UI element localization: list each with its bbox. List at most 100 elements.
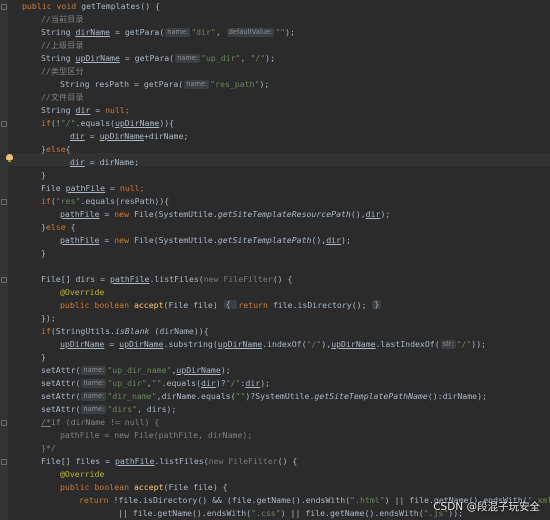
code-token: ():dirName); [427, 391, 487, 401]
folded-block[interactable]: } [372, 300, 382, 309]
param-hint: name: [81, 379, 107, 388]
code-comment: pathFile = new File(pathFile, dirName); [60, 430, 253, 440]
code-token: )?SystemUtile. [245, 391, 315, 401]
code-string: "" [275, 27, 286, 37]
code-token: (), [311, 235, 327, 245]
code-token: isBlank [114, 326, 150, 336]
code-string: "up_dir_name" [107, 365, 172, 375]
code-keyword: public boolean [60, 300, 134, 310]
code-line: //类型区分 [22, 65, 550, 78]
code-token: dir [70, 157, 85, 167]
code-string: "dirs" [107, 404, 137, 414]
param-hint: name: [184, 80, 210, 89]
code-comment: //上级目录 [41, 40, 84, 50]
lightbulb-icon[interactable] [6, 154, 13, 162]
editor-gutter[interactable] [0, 0, 8, 520]
code-string: "" [151, 378, 162, 388]
code-token: .substring( [163, 339, 218, 349]
code-token: pathFile [110, 274, 150, 284]
code-line: }); [22, 312, 550, 325]
code-token: String [41, 105, 76, 115]
code-token: .equals( [161, 378, 202, 388]
code-line: //上级目录 [22, 39, 550, 52]
code-token: .listFiles( [149, 274, 204, 284]
code-token: (StringUtils. [50, 326, 115, 336]
code-token: setAttr( [41, 378, 81, 388]
code-token: = dirName; [84, 157, 140, 167]
code-keyword: new [114, 235, 134, 245]
code-token: pathFile [65, 183, 106, 193]
code-token: = [84, 131, 100, 141]
code-token: , [215, 27, 226, 37]
code-token: getSiteTemplatePathName [314, 391, 428, 401]
code-token: File(SystemUtile. [133, 235, 218, 245]
code-token: }); [41, 313, 56, 323]
code-token: pathFile [60, 209, 100, 219]
code-token: String [41, 53, 76, 63]
code-token: .indexOf( [262, 339, 307, 349]
code-keyword: new [114, 209, 134, 219]
param-hint: name: [165, 28, 191, 37]
param-hint: str: [440, 340, 456, 349]
code-token: ); [380, 209, 391, 219]
code-token: +dirName; [143, 131, 189, 141]
code-token: ,dirName.equals( [156, 391, 236, 401]
code-string: "/" [456, 339, 472, 349]
code-token: || file.getName().endsWith( [118, 508, 252, 518]
code-token: )? [215, 378, 226, 388]
code-token: new FileFilter [208, 456, 278, 466]
code-string: "/" [306, 339, 322, 349]
code-annotation: @Override [60, 287, 105, 297]
code-token: upDirName [176, 365, 221, 375]
code-token: !file.isDirectory() && (file.getName().e… [113, 495, 351, 505]
code-line: dir = dirName; [22, 156, 550, 169]
code-token: , [240, 53, 251, 63]
code-lines[interactable]: public void getTemplates() { //当前目录 Stri… [22, 0, 550, 520]
code-line: setAttr(name: "up_dir","".equals(dir)?"/"… [22, 377, 550, 390]
code-string: "dir_name" [107, 391, 157, 401]
code-token: .listFiles( [154, 456, 209, 466]
code-line: }else{ [22, 143, 550, 156]
fold-marker-icon[interactable] [0, 417, 7, 427]
code-token: getSiteTemplatePath [217, 235, 312, 245]
fold-marker-icon[interactable] [0, 1, 7, 11]
code-comment: /* [41, 417, 51, 427]
code-token: ); [265, 53, 275, 63]
param-hint: name: [81, 392, 107, 401]
code-line: pathFile = new File(pathFile, dirName); [22, 429, 550, 442]
code-token: ; [124, 105, 130, 115]
code-keyword: null [119, 183, 140, 193]
fold-marker-icon[interactable] [0, 196, 7, 206]
code-line: File[] files = pathFile.listFiles(new Fi… [22, 455, 550, 468]
code-token: String [41, 27, 76, 37]
code-token: setAttr( [41, 391, 81, 401]
code-token: () { [277, 456, 298, 466]
code-string: "/" [60, 118, 76, 128]
code-token: (! [50, 118, 61, 128]
fold-marker-icon[interactable] [0, 456, 7, 466]
code-string: "" [235, 391, 246, 401]
code-token: getSiteTemplateResourcePath [217, 209, 351, 219]
code-token: ); [285, 27, 295, 37]
code-token: .lastIndexOf( [375, 339, 440, 349]
code-token: pathFile [60, 235, 100, 245]
code-line: public boolean accept(File file) { [22, 481, 550, 494]
folded-block[interactable]: { [223, 300, 238, 309]
code-keyword: return [238, 300, 273, 310]
code-line: } [22, 247, 550, 260]
code-string: "res_path" [210, 79, 260, 89]
code-token: dir [70, 131, 85, 141]
param-hint: name: [175, 54, 201, 63]
fold-marker-icon[interactable] [0, 118, 7, 128]
code-token: } [41, 248, 46, 258]
code-editor[interactable]: public void getTemplates() { //当前目录 Stri… [0, 0, 550, 520]
code-keyword: null [105, 105, 125, 115]
code-line: if(!"/".equals(upDirName)){ [22, 117, 550, 130]
code-token: ); [259, 79, 270, 89]
code-token: file.isDirectory(); [272, 300, 372, 310]
code-keyword: if [41, 326, 51, 336]
code-string: "dir" [191, 27, 216, 37]
code-comment: //当前目录 [41, 14, 84, 24]
code-comment: //文件目录 [41, 92, 84, 102]
fold-marker-icon[interactable] [0, 274, 7, 284]
